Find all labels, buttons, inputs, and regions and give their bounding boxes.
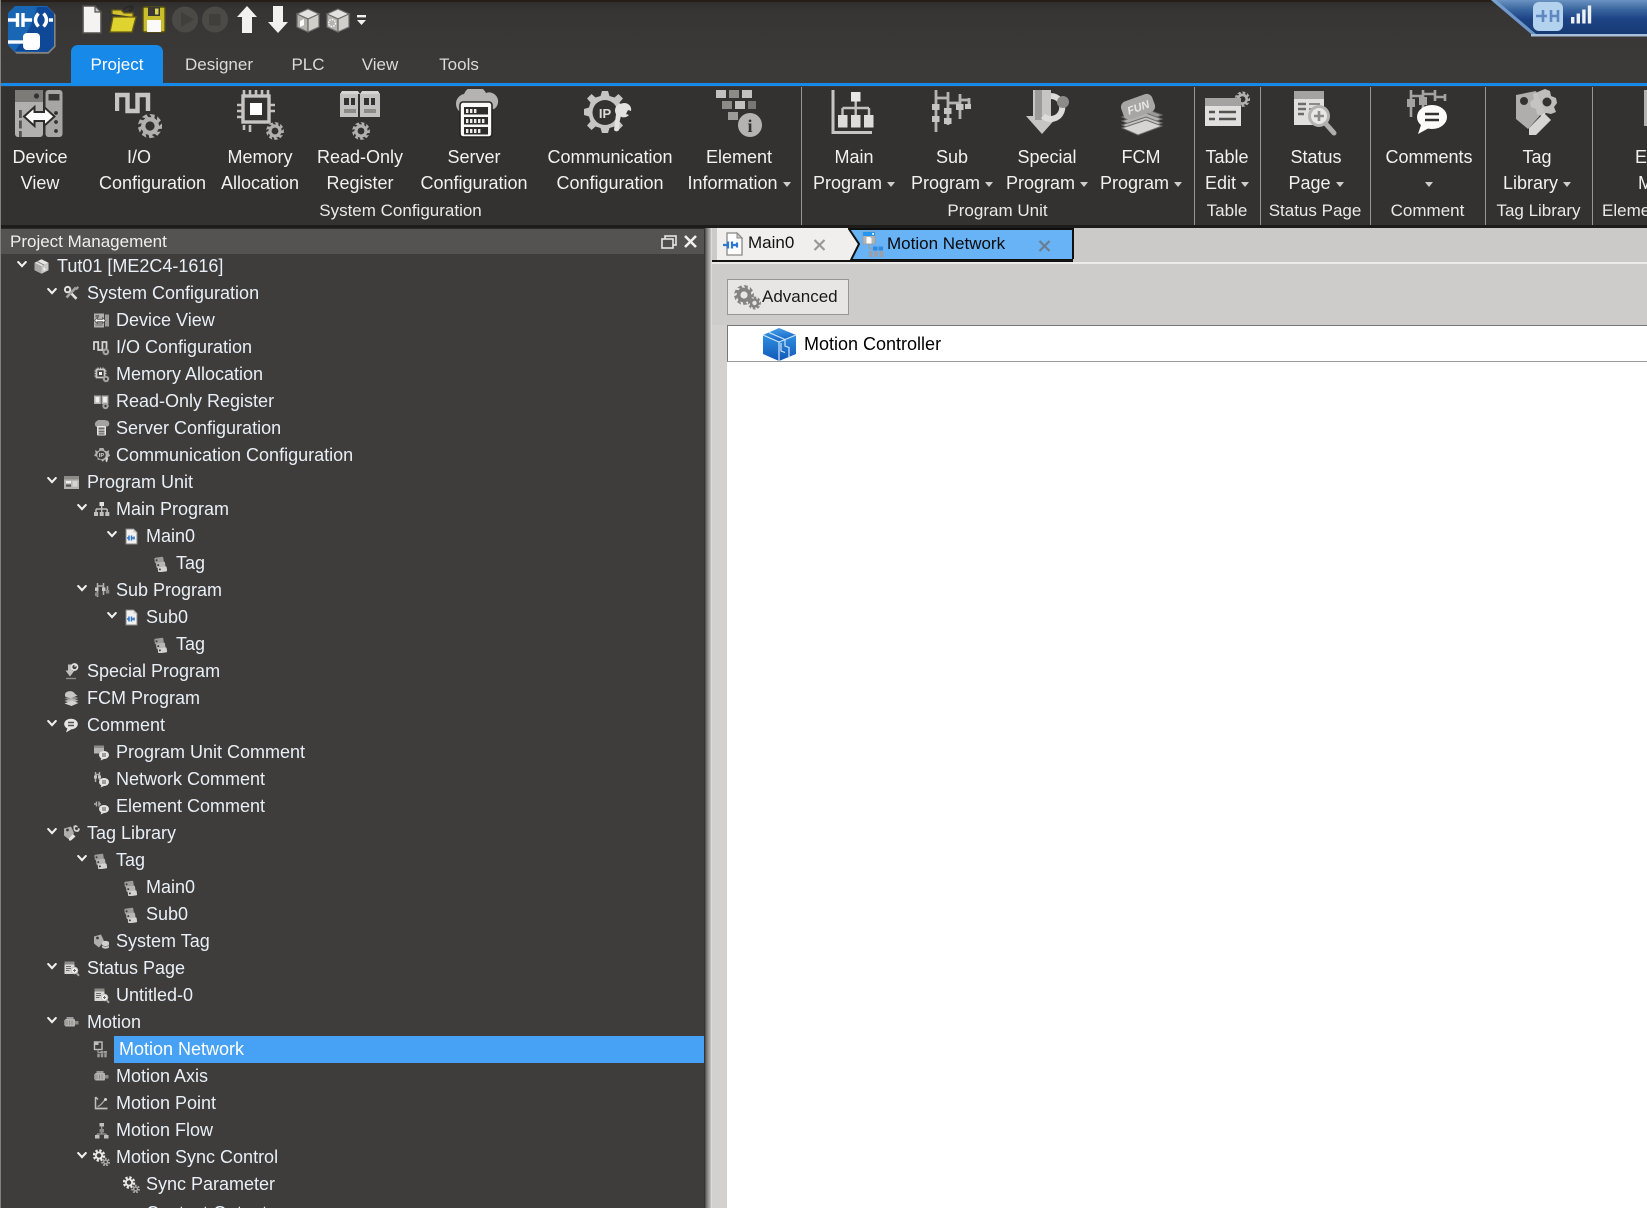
- svg-text:i: i: [747, 116, 752, 136]
- svg-text:IP: IP: [599, 106, 612, 121]
